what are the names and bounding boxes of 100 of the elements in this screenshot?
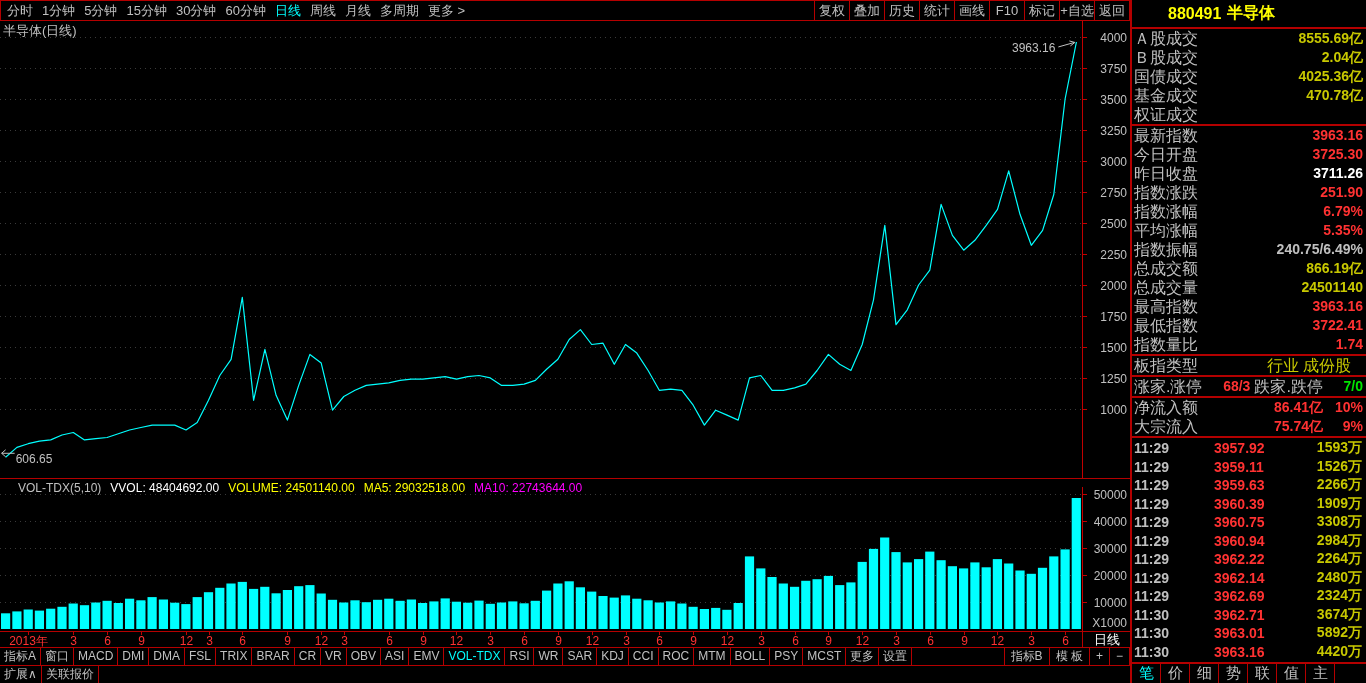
trade-volume: 1526万 [1315,457,1362,476]
indicator-tab[interactable]: ASI [381,648,410,665]
toolbar-button[interactable]: + [1089,648,1110,665]
panel-tab[interactable]: 细 [1190,664,1219,683]
indicator-tab[interactable]: BOLL [730,648,771,665]
indicator-tab[interactable]: MCST [803,648,847,665]
time-axis-label: 9 [555,634,562,647]
time-axis-label: 3 [623,634,630,647]
indicator-tab[interactable]: DMI [118,648,150,665]
axis-label: 3750 [1100,61,1127,76]
trade-time: 11:29 [1134,495,1171,512]
period-tab[interactable]: 5分钟 [80,1,122,20]
panel-tab[interactable]: 值 [1277,664,1306,683]
trade-price: 3957.92 [1214,440,1266,457]
time-axis-label: 12 [855,634,870,647]
toolbar-button[interactable]: 模 板 [1049,648,1090,665]
indicator-tab[interactable]: CCI [628,648,659,665]
time-axis-label: 6 [521,634,528,647]
field-value: 1.74 [1335,335,1363,354]
period-tab[interactable]: 60分钟 [221,1,270,20]
indicator-tab[interactable]: OBV [346,648,382,665]
axis-label: 10000 [1093,595,1127,610]
toolbar-button[interactable]: +自选 [1059,1,1094,20]
axis-label: 3500 [1100,92,1127,107]
indicator-tab[interactable]: WR [534,648,564,665]
time-axis-label: 12 [990,634,1005,647]
panel-tab[interactable]: 势 [1219,664,1248,683]
indicator-tab[interactable]: VOL-TDX [444,648,506,665]
indicator-tab[interactable]: MACD [74,648,119,665]
field-value: 68/3 [1223,377,1251,396]
trade-volume: 2264万 [1315,550,1362,569]
price-annotation: 606.65 [15,452,53,467]
field-value: 3711.26 [1313,164,1363,183]
time-axis-label: 3 [1028,634,1035,647]
period-tab[interactable]: 周线 [305,1,340,20]
field-value: 24501140 [1301,278,1363,297]
axis-label: 2000 [1100,278,1127,293]
indicator-tab[interactable]: DMA [149,648,186,665]
indicator-tab[interactable]: KDJ [597,648,629,665]
period-tab[interactable]: 30分钟 [171,1,221,20]
period-label: 日线 [1093,632,1120,647]
indicator-tab[interactable]: VR [321,648,347,665]
panel-tab[interactable]: 主 [1306,664,1335,683]
field-label: 昨日收盘 [1134,164,1198,183]
time-axis-label: 3 [758,634,765,647]
panel-tab[interactable]: 联 [1248,664,1277,683]
panel-tab[interactable]: 笔 [1132,664,1161,683]
indicator-tab[interactable]: 指标A [0,648,41,665]
indicator-tab[interactable]: RSI [505,648,535,665]
trade-volume: 5892万 [1315,624,1362,643]
axis-label: 50000 [1093,487,1127,502]
trade-price: 3962.71 [1214,606,1266,623]
chart-title: 半导体(日线) [3,23,77,38]
period-tab[interactable]: 多周期 [375,1,423,20]
legend-item: MA5: 29032518.00 [363,481,466,495]
indicator-tab[interactable]: TRIX [216,648,253,665]
bottom-tab[interactable]: 扩展∧ [0,666,42,683]
indicator-tab[interactable]: ROC [658,648,695,665]
field-label: 最新指数 [1134,126,1198,145]
pointer-arrow [1057,40,1076,48]
trade-price: 3962.22 [1214,551,1266,568]
time-axis-label: 3 [70,634,77,647]
indicator-tab[interactable]: SAR [563,648,598,665]
period-tab[interactable]: 更多 > [423,1,470,20]
toolbar-button[interactable]: − [1110,648,1130,665]
indicator-tab[interactable]: PSY [770,648,804,665]
field-label: 平均涨幅 [1134,221,1198,240]
field-label: 最低指数 [1134,316,1198,335]
period-tab[interactable]: 15分钟 [122,1,171,20]
indicator-tab[interactable]: BRAR [252,648,295,665]
trade-price: 3962.69 [1214,588,1266,605]
field-label: 指数量比 [1134,335,1198,354]
field-label: 指数涨跌 [1134,183,1198,202]
field-label: 今日开盘 [1134,145,1198,164]
indicator-tab[interactable]: 设置 [879,648,913,665]
time-axis-label: 6 [656,634,663,647]
indicator-tab[interactable]: 更多 [846,648,880,665]
field-value: 6.79% [1323,202,1363,221]
legend-item: VVOL: 48404692.00 [110,481,220,495]
bottom-tab[interactable]: 关联报价 [41,666,99,683]
trade-price: 3962.14 [1214,569,1266,586]
legend-item: VOL-TDX(5,10) [18,481,102,495]
field-value: 3963.16 [1312,297,1363,316]
indicator-tab[interactable]: FSL [185,648,217,665]
time-axis-label: 9 [961,634,968,647]
indicator-tab[interactable]: 窗口 [41,648,74,665]
trade-time: 11:29 [1134,477,1171,494]
period-tab[interactable]: 月线 [340,1,375,20]
indicator-tab[interactable]: CR [294,648,322,665]
panel-tab[interactable]: 价 [1161,664,1190,683]
field-value: 5.35% [1323,221,1363,240]
field-value: 75.74亿 [1273,417,1323,436]
period-tab[interactable]: 分时 [3,1,37,20]
toolbar-button[interactable]: 指标B [1004,648,1050,665]
trade-time: 11:29 [1134,551,1171,568]
indicator-tab[interactable]: MTM [694,648,731,665]
period-tab[interactable]: 日线 [270,1,305,20]
period-tab[interactable]: 1分钟 [38,1,80,20]
indicator-tab[interactable]: EMV [409,648,445,665]
time-axis-label: 3 [893,634,900,647]
